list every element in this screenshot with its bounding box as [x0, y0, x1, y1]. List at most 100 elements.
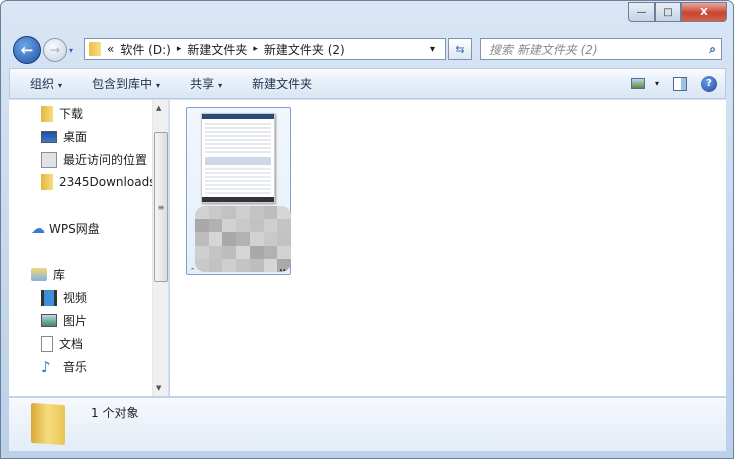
organize-button[interactable]: 组织 ▾	[20, 75, 72, 92]
nav-item-label: 桌面	[63, 130, 88, 144]
blur-cell	[277, 206, 291, 220]
nav-item-recent-places[interactable]: 最近访问的位置	[41, 151, 147, 168]
documents-icon	[41, 335, 53, 352]
nav-item-libraries[interactable]: 库	[31, 266, 65, 283]
file-thumbnail	[201, 113, 275, 203]
minimize-button[interactable]: —	[628, 2, 655, 22]
file-name-prefix: -	[191, 264, 195, 274]
cloud-icon: ☁	[31, 220, 45, 237]
maximize-button[interactable]: □	[655, 2, 681, 22]
preview-pane-button[interactable]	[673, 76, 687, 91]
blur-cell	[236, 232, 250, 246]
explorer-window: — □ X ← → ▾ « 软件 (D:) ▸ 新建文件夹 ▸ 新建文件夹 (2…	[0, 0, 734, 459]
blur-cell	[236, 258, 250, 272]
organize-label: 组织	[30, 77, 55, 91]
nav-item-label: 音乐	[63, 360, 88, 374]
folder-icon	[89, 42, 101, 56]
command-bar: 组织 ▾ 包含到库中 ▾ 共享 ▾ 新建文件夹 ▾ ?	[9, 68, 726, 99]
nav-item-label: 视频	[63, 291, 88, 305]
nav-item-2345downloads[interactable]: 2345Downloads	[41, 174, 155, 190]
video-icon	[41, 289, 57, 306]
nav-item-label: 下载	[59, 107, 84, 121]
back-button[interactable]: ←	[13, 36, 41, 64]
blur-cell	[249, 245, 264, 259]
close-button[interactable]: X	[681, 2, 727, 22]
nav-item-desktop[interactable]: 桌面	[41, 128, 87, 145]
breadcrumb-overflow[interactable]: «	[107, 42, 114, 56]
blur-cell	[249, 232, 264, 246]
search-icon[interactable]: ⌕	[709, 42, 716, 57]
file-list: - ..	[170, 100, 726, 396]
nav-item-documents[interactable]: 文档	[41, 335, 83, 352]
chevron-down-icon: ▾	[218, 81, 223, 90]
share-button[interactable]: 共享 ▾	[180, 75, 232, 92]
pictures-icon	[41, 314, 57, 327]
help-button[interactable]: ?	[701, 75, 717, 92]
refresh-button[interactable]: ⇆	[448, 38, 472, 60]
blur-cell	[195, 258, 209, 272]
breadcrumb-drive[interactable]: 软件 (D:)	[120, 41, 170, 58]
recent-pages-dropdown[interactable]: ▾	[69, 46, 73, 55]
blur-cell	[249, 206, 264, 220]
scroll-up-arrow[interactable]: ▲	[156, 104, 161, 112]
chevron-down-icon: ▾	[654, 79, 659, 88]
blur-cell	[263, 232, 278, 246]
breadcrumb-current[interactable]: 新建文件夹 (2)	[264, 41, 345, 58]
include-in-library-button[interactable]: 包含到库中 ▾	[82, 75, 170, 92]
address-bar[interactable]: « 软件 (D:) ▸ 新建文件夹 ▸ 新建文件夹 (2) ▾	[84, 38, 446, 60]
refresh-icon: ⇆	[455, 42, 465, 56]
nav-item-pictures[interactable]: 图片	[41, 312, 87, 329]
folder-icon	[31, 402, 65, 446]
nav-item-label: WPS网盘	[49, 222, 100, 236]
blur-cell	[263, 219, 278, 233]
blur-cell	[263, 258, 278, 272]
file-name-redacted	[195, 206, 291, 272]
nav-item-label: 文档	[59, 337, 84, 351]
file-item[interactable]: - ..	[186, 107, 291, 275]
nav-item-wps-cloud[interactable]: ☁ WPS网盘	[31, 220, 100, 237]
details-pane: 1 个对象	[9, 397, 726, 451]
blur-cell	[208, 245, 223, 259]
blur-cell	[249, 258, 264, 272]
nav-item-label: 最近访问的位置	[63, 153, 148, 167]
blur-cell	[263, 245, 278, 259]
include-library-label: 包含到库中	[92, 77, 153, 91]
blur-cell	[195, 219, 209, 233]
nav-item-label: 2345Downloads	[59, 175, 156, 189]
library-icon	[31, 268, 47, 281]
blur-cell	[208, 219, 223, 233]
share-label: 共享	[190, 77, 215, 91]
nav-scrollbar[interactable]: ▲ ≡ ▼	[152, 100, 168, 396]
address-dropdown[interactable]: ▾	[430, 44, 435, 55]
nav-item-music[interactable]: ♪ 音乐	[41, 358, 87, 375]
blur-cell	[236, 206, 250, 220]
blur-cell	[249, 219, 264, 233]
new-folder-button[interactable]: 新建文件夹	[242, 75, 322, 92]
scroll-down-arrow[interactable]: ▼	[156, 384, 161, 392]
file-name-ellipsis: ..	[279, 264, 286, 274]
breadcrumb-folder[interactable]: 新建文件夹	[187, 41, 247, 58]
nav-item-videos[interactable]: 视频	[41, 289, 87, 306]
breadcrumb-separator[interactable]: ▸	[177, 44, 182, 54]
blur-cell	[263, 206, 278, 220]
blur-cell	[208, 232, 223, 246]
breadcrumb-separator[interactable]: ▸	[253, 44, 258, 54]
blur-cell	[222, 206, 237, 220]
folder-icon	[41, 174, 53, 190]
forward-button[interactable]: →	[43, 38, 67, 62]
blur-cell	[277, 245, 291, 259]
blur-cell	[277, 232, 291, 246]
blur-cell	[208, 206, 223, 220]
nav-item-downloads[interactable]: 下载	[41, 105, 83, 122]
change-view-button[interactable]: ▾	[630, 78, 659, 89]
search-placeholder: 搜索 新建文件夹 (2)	[489, 42, 598, 57]
navigation-pane: 下载 桌面 最近访问的位置 2345Downloads ☁ WPS网盘 库 视频 …	[9, 100, 169, 396]
view-icon	[630, 78, 645, 89]
blur-cell	[236, 245, 250, 259]
navigation-buttons: ← → ▾	[13, 36, 73, 64]
scrollbar-thumb[interactable]: ≡	[154, 132, 168, 282]
download-folder-icon	[41, 105, 53, 122]
chevron-down-icon: ▾	[58, 81, 63, 90]
search-input[interactable]: 搜索 新建文件夹 (2) ⌕	[480, 38, 722, 60]
blur-cell	[222, 219, 237, 233]
